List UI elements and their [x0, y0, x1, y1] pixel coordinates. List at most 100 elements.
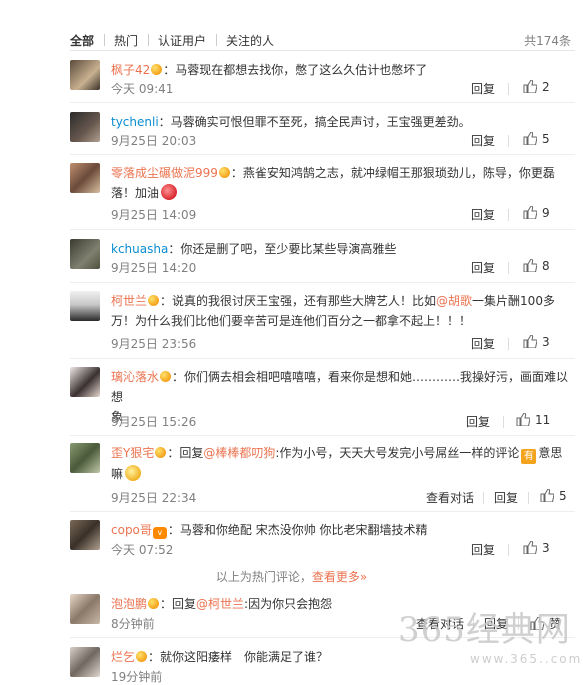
reply-button[interactable]: 回复 [471, 206, 495, 223]
comment-divider [70, 154, 575, 155]
comment-actions: 回复 3 [471, 335, 571, 351]
comment-text: kchuasha：你还是删了吧，至少要比某些导演高雅些 [111, 239, 573, 259]
action-divider [508, 83, 509, 95]
avatar[interactable] [70, 520, 100, 550]
tab-hot[interactable]: 热门 [114, 32, 138, 49]
like-button[interactable]: 11 [516, 413, 550, 427]
reply-button[interactable]: 回复 [494, 489, 518, 506]
action-divider [508, 262, 509, 274]
like-count: 11 [535, 413, 551, 427]
comment-actions: 查看对话 回复 赞 [416, 615, 571, 631]
thumbs-up-icon [523, 335, 537, 348]
member-badge-icon [148, 295, 160, 306]
avatar[interactable] [70, 594, 100, 624]
avatar[interactable] [70, 367, 100, 397]
avatar[interactable] [70, 112, 100, 142]
emoji-icon [125, 465, 142, 481]
thumbs-up-icon [516, 413, 530, 426]
reply-button[interactable]: 回复 [471, 259, 495, 276]
view-conversation-button[interactable]: 查看对话 [426, 489, 474, 506]
like-button[interactable]: 2 [523, 80, 550, 94]
like-button[interactable]: 8 [523, 259, 550, 273]
avatar[interactable] [70, 291, 100, 321]
reply-button[interactable]: 回复 [484, 615, 508, 632]
action-divider [473, 618, 474, 630]
member-badge-icon [148, 598, 160, 609]
comment-content-continued: 嘛 [111, 467, 124, 481]
username-link[interactable]: 歪Y狠宅 [111, 446, 154, 460]
comment-text: tychenli：马蓉确实可恨但罪不至死，搞全民声讨，王宝强更差劲。 [111, 112, 573, 132]
like-button[interactable]: 3 [523, 541, 550, 555]
username-link[interactable]: 泡泡鹏 [111, 597, 147, 611]
thumbs-up-icon [530, 617, 544, 630]
like-count: 3 [542, 541, 550, 555]
username-link[interactable]: 柯世兰 [111, 294, 147, 308]
comment-divider [70, 229, 575, 230]
mention-link[interactable]: @胡歌 [436, 294, 472, 308]
tab-following[interactable]: 关注的人 [226, 32, 274, 49]
like-button[interactable]: 5 [540, 489, 567, 503]
reply-button[interactable]: 回复 [471, 541, 495, 558]
mention-link[interactable]: @柯世兰 [196, 597, 244, 611]
like-count: 8 [542, 259, 550, 273]
avatar[interactable] [70, 239, 100, 269]
comment-actions: 回复 9 [471, 206, 571, 222]
comment-content: ：就你这阳痿样 你能满足了谁？ [148, 650, 329, 664]
action-divider [483, 492, 484, 504]
comment-content: :因为你只会抱怨 [244, 597, 333, 611]
username-link[interactable]: 烂乞 [111, 650, 135, 664]
reply-prefix: ：回复 [167, 446, 204, 460]
username-link[interactable]: 璃沁落水 [111, 370, 159, 384]
like-button[interactable]: 3 [523, 335, 550, 349]
comment-actions: 回复 2 [471, 80, 571, 96]
reply-button[interactable]: 回复 [466, 413, 490, 430]
thumbs-up-icon [523, 132, 537, 145]
avatar[interactable] [70, 647, 100, 677]
comment-content-continued: 落！加油 [111, 186, 160, 200]
tab-verified[interactable]: 认证用户 [158, 32, 206, 49]
action-divider [508, 338, 509, 350]
comment-divider [70, 637, 575, 638]
like-button[interactable]: 9 [523, 206, 550, 220]
comment-text: 零落成尘碾做泥999 ：燕雀安知鸿鹄之志，就冲绿帽王那狠琐劲儿，陈导，你更磊 落！… [111, 163, 573, 203]
comment-text: 柯世兰 ：说真的我很讨厌王宝强，还有那些大牌艺人！比如@胡歌一集片酬100多 万！… [111, 291, 573, 331]
comment-content: ：马蓉和你绝配 宋杰没你帅 你比老宋翻墙技术精 [167, 523, 428, 537]
username-link[interactable]: 枫子42 [111, 63, 150, 77]
comment-content: ：你还是删了吧，至少要比某些导演高雅些 [168, 242, 397, 256]
timestamp: 今天 09:41 [111, 82, 174, 96]
hot-comments-note: 以上为热门评论，查看更多» [0, 568, 583, 585]
comment-content: ：你们俩去相会相吧嘻嘻嘻，看来你是想和她…………我操好污，画面难以想 [111, 370, 569, 404]
tab-all[interactable]: 全部 [70, 32, 94, 49]
thumbs-up-icon [523, 259, 537, 272]
comment-content: ：马蓉现在都想去找你，憋了这么久估计也憋坏了 [163, 63, 428, 77]
hot-note-text: 以上为热门评论， [215, 570, 312, 584]
username-link[interactable]: 零落成尘碾做泥999 [111, 166, 218, 180]
like-button[interactable]: 赞 [530, 615, 561, 632]
username-link[interactable]: tychenli [111, 115, 159, 129]
avatar[interactable] [70, 443, 100, 473]
avatar[interactable] [70, 60, 100, 90]
reply-button[interactable]: 回复 [471, 132, 495, 149]
username-link[interactable]: copo哥 [111, 523, 152, 537]
comment-text: 泡泡鹏 ：回复@柯世兰:因为你只会抱怨 [111, 594, 573, 614]
avatar[interactable] [70, 163, 100, 193]
comment-content: ：马蓉确实可恨但罪不至死，搞全民声讨，王宝强更差劲。 [158, 115, 471, 129]
like-button[interactable]: 5 [523, 132, 550, 146]
view-conversation-button[interactable]: 查看对话 [416, 615, 464, 632]
comment-actions: 回复 3 [471, 541, 571, 557]
username-link[interactable]: kchuasha [111, 242, 168, 256]
action-divider [528, 492, 529, 504]
reply-button[interactable]: 回复 [471, 80, 495, 97]
timestamp: 9月25日 14:09 [111, 208, 197, 222]
you-emoji-icon: 有 [521, 449, 537, 464]
like-count: 3 [542, 335, 550, 349]
action-divider [508, 209, 509, 221]
filter-tabs: 全部 热门 认证用户 关注的人 共174条 [70, 24, 575, 52]
reply-button[interactable]: 回复 [471, 335, 495, 352]
mention-link[interactable]: @棒棒都叨狗 [203, 446, 275, 460]
thumbs-up-icon [523, 206, 537, 219]
comment-actions: 回复 5 [471, 132, 571, 148]
see-more-link[interactable]: 查看更多» [312, 570, 367, 584]
comment-content: ：燕雀安知鸿鹄之志，就冲绿帽王那狠琐劲儿，陈导，你更磊 [230, 166, 555, 180]
member-badge-icon [160, 371, 172, 382]
